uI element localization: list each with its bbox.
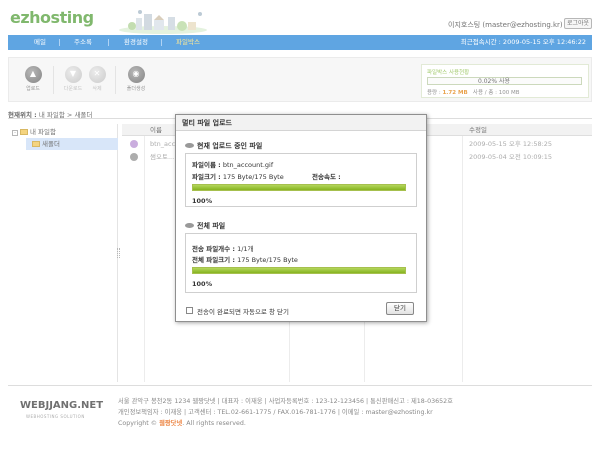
current-file-box: 파일이름 : btn_account.gif 파일크기 : 175 Byte/1… [185,153,417,207]
progress-fill [193,268,405,273]
progress-fill [193,185,405,190]
total-section-title: 전체 파일 [185,221,225,231]
transfer-speed: 전송속도 : [312,173,341,181]
current-file-name: 파일이름 : btn_account.gif [192,161,274,169]
auto-close-label[interactable]: 전송이 완료되면 자동으로 창 닫기 [197,306,289,316]
section-bullet-icon [185,143,194,148]
section-bullet-icon [185,223,194,228]
current-file-progress-bar [192,184,406,191]
total-percent: 100% [192,280,213,288]
auto-close-checkbox[interactable] [186,307,193,314]
multi-upload-dialog: 멀티 파일 업로드 현재 업로드 중인 파일 파일이름 : btn_accoun… [175,114,427,322]
dialog-title: 멀티 파일 업로드 [176,115,426,131]
current-file-percent: 100% [192,197,213,205]
total-file-count: 전송 파일개수 : 1/1개 [192,245,254,253]
total-file-size: 전체 파일크기 : 175 Byte/175 Byte [192,256,298,264]
close-button[interactable]: 닫기 [386,302,414,315]
current-file-size: 파일크기 : 175 Byte/175 Byte [192,173,284,181]
total-box: 전송 파일개수 : 1/1개 전체 파일크기 : 175 Byte/175 By… [185,233,417,293]
current-file-section-title: 현재 업로드 중인 파일 [185,141,262,151]
total-progress-bar [192,267,406,274]
